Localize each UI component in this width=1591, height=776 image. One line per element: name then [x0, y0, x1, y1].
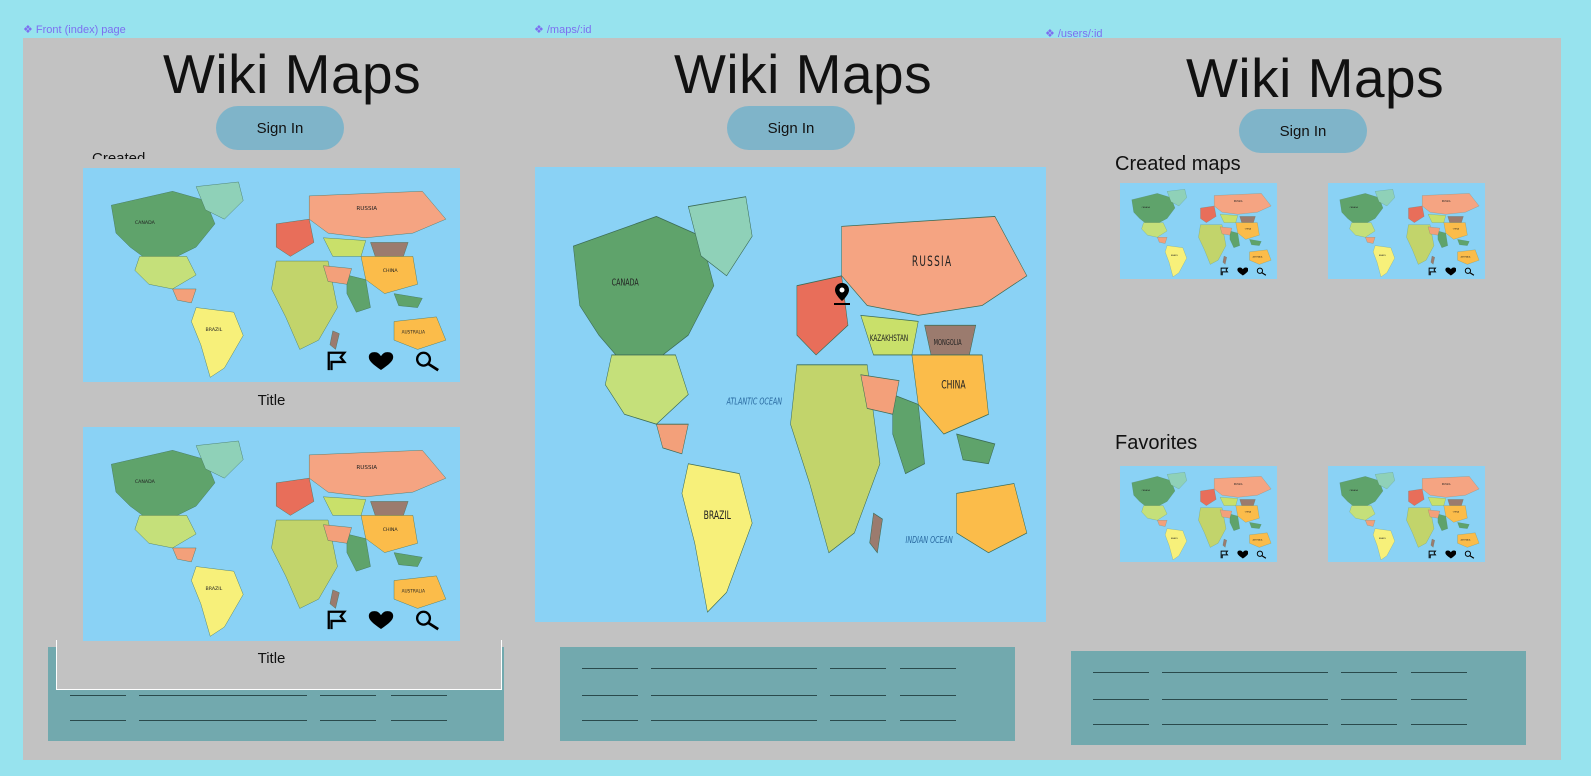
page-title: Wiki Maps — [674, 43, 933, 105]
created-heading-partial: Created — [92, 150, 146, 159]
heart-icon[interactable] — [1444, 267, 1457, 276]
flag-icon[interactable] — [326, 609, 348, 631]
world-map-graphic: RUSSIACANADACHINABRAZILAUSTRALIA — [1328, 466, 1485, 562]
flag-icon[interactable] — [1428, 550, 1437, 559]
favorites-heading: Favorites — [1115, 432, 1198, 454]
flag-icon[interactable] — [326, 350, 348, 372]
svg-text:RUSSIA: RUSSIA — [912, 253, 952, 270]
svg-text:CANADA: CANADA — [612, 276, 639, 288]
created-maps-heading: Created maps — [1115, 153, 1241, 175]
world-map-graphic: RUSSIACANADACHINABRAZILAUSTRALIA — [1328, 183, 1485, 279]
svg-text:AUSTRALIA: AUSTRALIA — [402, 330, 426, 335]
svg-text:CHINA: CHINA — [941, 379, 965, 392]
frame-label-map[interactable]: ❖/maps/:id — [534, 23, 592, 36]
svg-text:INDIAN OCEAN: INDIAN OCEAN — [905, 533, 952, 545]
svg-text:MONGOLIA: MONGOLIA — [934, 338, 962, 348]
map-card-actions — [1220, 267, 1267, 276]
svg-text:CHINA: CHINA — [383, 268, 399, 274]
search-icon[interactable] — [1464, 550, 1475, 559]
svg-text:CANADA: CANADA — [135, 220, 156, 226]
page-title: Wiki Maps — [1186, 47, 1445, 109]
svg-text:BRAZIL: BRAZIL — [704, 510, 732, 523]
heart-icon[interactable] — [1236, 267, 1249, 276]
sign-in-button[interactable]: Sign In — [1239, 109, 1367, 153]
sign-in-button[interactable]: Sign In — [727, 106, 855, 150]
search-icon[interactable] — [1464, 267, 1475, 276]
svg-text:ATLANTIC OCEAN: ATLANTIC OCEAN — [726, 395, 782, 407]
map-card-actions — [1220, 550, 1267, 559]
heart-icon[interactable] — [368, 610, 394, 630]
sign-in-button[interactable]: Sign In — [216, 106, 344, 150]
map-card-actions — [1428, 267, 1475, 276]
flag-icon[interactable] — [1220, 267, 1229, 276]
component-glyph-icon: ❖ — [23, 24, 33, 36]
flag-icon[interactable] — [1428, 267, 1437, 276]
map-pin-icon[interactable] — [833, 282, 851, 311]
search-icon[interactable] — [414, 609, 440, 631]
component-glyph-icon: ❖ — [1045, 28, 1055, 40]
flag-icon[interactable] — [1220, 550, 1229, 559]
heart-icon[interactable] — [368, 351, 394, 371]
frame-label-index[interactable]: ❖ Front (index) page — [23, 23, 126, 36]
component-glyph-icon: ❖ — [534, 24, 544, 36]
svg-text:RUSSIA: RUSSIA — [356, 465, 377, 471]
svg-text:RUSSIA: RUSSIA — [1442, 483, 1451, 486]
card-title[interactable]: Title — [83, 650, 460, 667]
svg-text:AUSTRALIA: AUSTRALIA — [402, 589, 426, 594]
map-card-thumbnail[interactable]: RUSSIA CANADA CHINA BRAZIL AUSTRALIA — [1120, 466, 1277, 562]
world-map-graphic: RUSSIA CANADA CHINA BRAZIL KAZAKHSTAN MONGOLI… — [535, 167, 1046, 622]
search-icon[interactable] — [1256, 550, 1267, 559]
svg-text:BRAZIL: BRAZIL — [206, 327, 223, 333]
world-map-graphic: RUSSIACANADACHINABRAZILAUSTRALIA — [1120, 466, 1277, 562]
heart-icon[interactable] — [1236, 550, 1249, 559]
search-icon[interactable] — [414, 350, 440, 372]
footer — [1071, 651, 1526, 745]
map-card-thumbnail[interactable]: RUSSIA CANADA CHINA BRAZIL AUSTRALIA — [1120, 183, 1277, 279]
map-card-actions — [326, 350, 440, 372]
map-card-actions — [326, 609, 440, 631]
heart-icon[interactable] — [1444, 550, 1457, 559]
footer — [560, 647, 1015, 741]
map-card-thumbnail[interactable]: RUSSIA CANADA CHINA BRAZIL AUSTRALIA — [1328, 466, 1485, 562]
world-map-graphic: RUSSIACANADACHINABRAZILAUSTRALIA — [1120, 183, 1277, 279]
svg-text:BRAZIL: BRAZIL — [206, 586, 223, 592]
search-icon[interactable] — [1256, 267, 1267, 276]
svg-text:CHINA: CHINA — [383, 527, 399, 533]
svg-text:RUSSIA: RUSSIA — [1234, 483, 1243, 486]
svg-text:RUSSIA: RUSSIA — [1442, 200, 1451, 203]
svg-text:RUSSIA: RUSSIA — [1234, 200, 1243, 203]
map-view[interactable]: RUSSIA CANADA CHINA BRAZIL KAZAKHSTAN MONGOLI… — [535, 167, 1046, 622]
frame-label-user[interactable]: ❖/users/:id — [1045, 27, 1103, 40]
svg-text:CANADA: CANADA — [135, 479, 156, 485]
svg-text:KAZAKHSTAN: KAZAKHSTAN — [870, 333, 908, 344]
svg-text:RUSSIA: RUSSIA — [356, 206, 377, 212]
map-card-thumbnail[interactable]: RUSSIA CANADA CHINA BRAZIL AUSTRALIA — [1328, 183, 1485, 279]
map-card-thumbnail[interactable]: RUSSIA CANADA CHINA BRAZIL AUSTRALIA — [83, 168, 460, 382]
map-card-actions — [1428, 550, 1475, 559]
page-title: Wiki Maps — [163, 43, 422, 105]
card-title[interactable]: Title — [83, 392, 460, 409]
map-card-thumbnail[interactable]: RUSSIA CANADA CHINA BRAZIL AUSTRALIA — [83, 427, 460, 641]
